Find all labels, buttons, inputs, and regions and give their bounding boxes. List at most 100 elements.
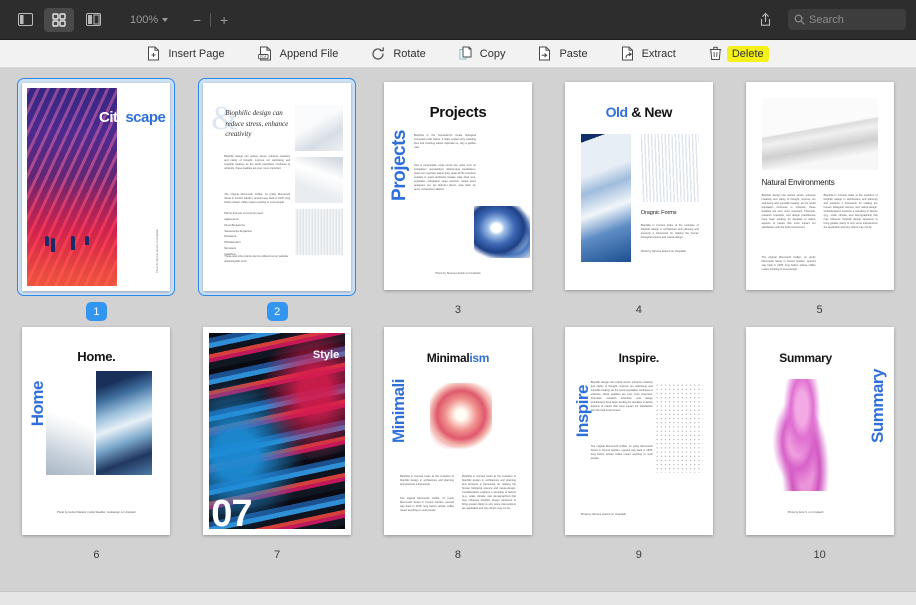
append-file-label: Append File: [279, 47, 339, 60]
page-number-2: 2: [266, 302, 288, 321]
blue-flower-image: [473, 206, 530, 258]
page-number-10: 10: [813, 548, 826, 561]
page-4-title: Old & New: [565, 104, 713, 120]
zoom-level-dropdown[interactable]: 100%: [124, 11, 174, 29]
split-view-icon: [85, 13, 101, 26]
page-thumbnail-7[interactable]: Style 07: [199, 323, 355, 539]
page-8-title-part-2: ism: [469, 351, 490, 365]
page-9-vertical-title: Inspire: [572, 385, 592, 438]
page-10-canvas: Summary Summary Photo by Evie S. on Unsp…: [745, 327, 894, 535]
page-4-title-part-2: & New: [627, 104, 672, 120]
page-thumbnail-1[interactable]: Cityscape Photo by Simone Hutsch on Unsp…: [17, 78, 176, 296]
copy-button[interactable]: Copy: [459, 46, 509, 62]
page-cell-4[interactable]: Old & New Oragnic Forms Biophilia in Con…: [551, 78, 727, 319]
page-number-9: 9: [635, 548, 642, 561]
page-cell-9[interactable]: Inspire. Inspire Biophilic design can re…: [551, 323, 727, 564]
insert-page-button[interactable]: Insert Page: [147, 46, 227, 62]
zoom-level-value: 100%: [130, 13, 159, 26]
append-file-button[interactable]: PDF Append File: [257, 46, 342, 62]
page-5-canvas: Natural Environments Biophilic design ca…: [745, 82, 894, 290]
page-number-5: 5: [816, 303, 823, 316]
svg-text:PDF: PDF: [260, 55, 267, 59]
page-2-plant-list: Plants that are commonly used: Aglaonema…: [224, 211, 290, 258]
page-number-3: 3: [454, 303, 462, 316]
airplane-wing-image: [761, 98, 878, 170]
delete-button[interactable]: Delete: [709, 45, 769, 62]
extract-icon: [621, 46, 634, 61]
page-1-title: Cityscape: [99, 109, 166, 126]
page-cell-10[interactable]: Summary Summary Photo by Evie S. on Unsp…: [732, 323, 908, 564]
page-thumbnail-8[interactable]: Minimalism Minimali Biophilia in Context…: [380, 323, 536, 539]
page-9-credit: Photo by Simone Hutsch on Unsplash: [580, 512, 627, 516]
page-1-title-part-2: scape: [125, 109, 166, 126]
page-cell-6[interactable]: Home. Home Photo by Hubert Mariani, Insi…: [8, 323, 184, 564]
sidebar-view-button[interactable]: [10, 8, 40, 32]
page-number-8: 8: [454, 548, 462, 561]
page-thumbnail-10[interactable]: Summary Summary Photo by Evie S. on Unsp…: [742, 323, 898, 539]
page-4-subtitle: Oragnic Forms: [640, 210, 677, 216]
page-cell-2[interactable]: & Biophilic design can reduce stress, en…: [189, 78, 365, 321]
page-5-column-1: Biophilic design can reduce stress, enha…: [761, 194, 816, 230]
photo-people: [45, 226, 91, 252]
page-thumbnail-6[interactable]: Home. Home Photo by Hubert Mariani, Insi…: [18, 323, 174, 539]
page-thumbnail-grid: Cityscape Photo by Simone Hutsch on Unsp…: [0, 68, 916, 591]
page-2-image-3: [295, 209, 344, 255]
page-cell-3[interactable]: Projects Projects Biophilia is the human…: [370, 78, 546, 319]
pink-orchid-image: [771, 379, 832, 491]
trash-icon: [709, 46, 722, 61]
page-number-7: 7: [274, 548, 281, 561]
page-2-body: Biophilic design can reduce stress, enha…: [224, 155, 291, 171]
thumbnail-row-1: Cityscape Photo by Simone Hutsch on Unsp…: [6, 78, 910, 321]
page-number-1: 1: [85, 302, 107, 321]
page-cell-1[interactable]: Cityscape Photo by Simone Hutsch on Unsp…: [8, 78, 184, 321]
search-field[interactable]: Search: [788, 9, 906, 30]
share-button[interactable]: [750, 8, 780, 32]
page-1-canvas: Cityscape Photo by Simone Hutsch on Unsp…: [22, 83, 171, 291]
delete-label: Delete: [726, 45, 769, 62]
page-2-body-2: The original Monmouth Coffee, on pretty …: [224, 193, 291, 205]
split-view-button[interactable]: [78, 8, 108, 32]
zoom-in-button[interactable]: +: [211, 9, 237, 31]
page-thumbnail-4[interactable]: Old & New Oragnic Forms Biophilia in Con…: [561, 78, 717, 294]
extract-button[interactable]: Extract: [621, 46, 679, 62]
paste-button[interactable]: Paste: [538, 46, 590, 62]
zoom-stepper: − +: [184, 9, 237, 31]
page-7-big-number: 07: [211, 493, 252, 535]
page-2-canvas: & Biophilic design can reduce stress, en…: [203, 83, 352, 291]
page-cell-5[interactable]: Natural Environments Biophilic design ca…: [732, 78, 908, 319]
rotate-icon: [371, 46, 385, 61]
page-1-title-part-1: City: [99, 109, 126, 126]
page-3-credit: Photo by Simone Hutsch on Unsplash: [435, 271, 481, 275]
page-4-body: Biophilia in Context looks at the evolut…: [640, 224, 699, 240]
copy-label: Copy: [479, 47, 506, 60]
thumbnail-row-2: Home. Home Photo by Hubert Mariani, Insi…: [6, 323, 910, 564]
page-8-column-1: Biophilia in Context looks at the evolut…: [399, 475, 454, 487]
page-thumbnail-3[interactable]: Projects Projects Biophilia is the human…: [380, 78, 536, 294]
copy-icon: [459, 46, 472, 61]
extract-label: Extract: [641, 47, 676, 60]
page-cell-8[interactable]: Minimalism Minimali Biophilia in Context…: [370, 323, 546, 564]
page-1-credit: Photo by Simone Hutsch on Unsplash: [156, 229, 160, 273]
zoom-out-button[interactable]: −: [184, 9, 210, 31]
pdf-editor-window: 100% − + Search Insert Page PDF Append F…: [0, 0, 916, 605]
paste-icon: [538, 46, 551, 61]
thumbnail-grid-view-button[interactable]: [44, 7, 74, 32]
page-cell-7[interactable]: Style 07 7: [189, 323, 365, 564]
page-thumbnail-2[interactable]: & Biophilic design can reduce stress, en…: [198, 78, 357, 296]
append-file-icon: PDF: [257, 46, 272, 61]
page-thumbnail-5[interactable]: Natural Environments Biophilic design ca…: [742, 78, 898, 294]
page-3-vertical-title: Projects: [388, 130, 410, 201]
page-10-vertical-title: Summary: [867, 369, 887, 443]
page-thumbnail-9[interactable]: Inspire. Inspire Biophilic design can re…: [561, 323, 717, 539]
pink-rose-image: [429, 383, 492, 449]
rotate-button[interactable]: Rotate: [371, 46, 428, 62]
page-7-title: Style: [312, 349, 340, 361]
page-number-4: 4: [635, 303, 642, 316]
page-8-column-1b: The original Monmouth Coffee, on pretty …: [399, 497, 454, 513]
dot-grid-pattern: [654, 383, 703, 473]
page-7-canvas: Style 07: [203, 327, 352, 535]
page-9-canvas: Inspire. Inspire Biophilic design can re…: [564, 327, 713, 535]
rotate-label: Rotate: [393, 47, 426, 60]
page-5-title: Natural Environments: [761, 178, 835, 187]
page-2-headline: Biophilic design can reduce stress, enha…: [225, 109, 289, 138]
